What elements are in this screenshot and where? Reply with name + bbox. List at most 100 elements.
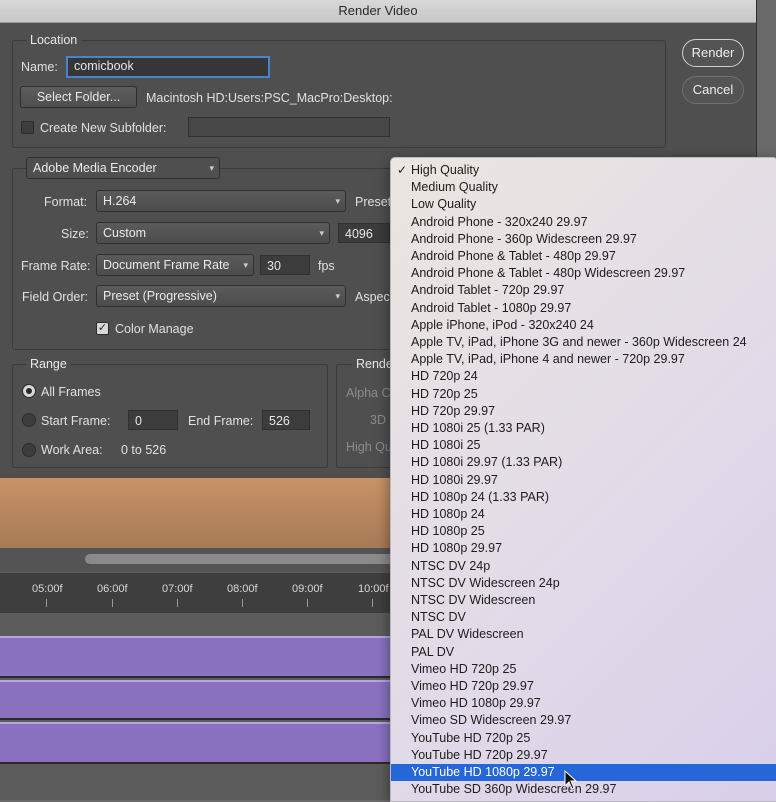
work-area-radio[interactable] <box>22 443 36 457</box>
chevron-down-icon: ▾ <box>243 260 248 270</box>
subfolder-input[interactable] <box>188 117 390 137</box>
chevron-down-icon: ▾ <box>335 196 340 206</box>
preset-menu-item-label: Medium Quality <box>411 180 498 195</box>
fps-label: fps <box>318 259 335 273</box>
preset-menu-item-label: HD 720p 29.97 <box>411 403 496 418</box>
field-order-label: Field Order: <box>22 290 88 304</box>
preset-menu-item[interactable]: HD 720p 25 <box>391 386 776 403</box>
preset-menu-item[interactable]: PAL DV Widescreen <box>391 626 776 643</box>
preset-menu-item[interactable]: YouTube HD 720p 25 <box>391 730 776 747</box>
preset-menu-item[interactable]: ✓ High Quality <box>391 162 776 179</box>
frame-rate-label: Frame Rate: <box>21 259 91 273</box>
preset-menu-item[interactable]: YouTube HD 1080p 29.97 <box>391 764 776 781</box>
preset-menu-item[interactable]: Apple TV, iPad, iPhone 4 and newer - 720… <box>391 351 776 368</box>
preset-menu-item-label: YouTube HD 1080p 29.97 <box>411 765 555 779</box>
preset-menu-item-label: Vimeo SD Widescreen 29.97 <box>411 713 572 728</box>
preset-menu-item[interactable]: PAL DV <box>391 644 776 661</box>
ruler-tick <box>307 599 308 607</box>
field-order-select[interactable]: Preset (Progressive) ▾ <box>96 285 346 307</box>
size-label: Size: <box>61 227 89 241</box>
mouse-pointer-icon <box>564 770 578 790</box>
ruler-tick-label: 05:00f <box>32 583 63 595</box>
preset-menu-item[interactable]: Vimeo HD 720p 25 <box>391 661 776 678</box>
preset-menu-item[interactable]: Android Phone - 320x240 29.97 <box>391 214 776 231</box>
preset-menu-item[interactable]: Low Quality <box>391 196 776 213</box>
chevron-down-icon: ▾ <box>209 163 214 173</box>
preset-menu-item-label: HD 1080i 25 <box>411 438 481 453</box>
preset-menu-item[interactable]: HD 1080i 29.97 <box>391 472 776 489</box>
preset-menu-item[interactable]: Android Phone & Tablet - 480p Widescreen… <box>391 265 776 282</box>
ruler-tick-label: 07:00f <box>162 583 193 595</box>
preset-menu-item[interactable]: NTSC DV Widescreen <box>391 592 776 609</box>
preset-menu-item-label: HD 720p 24 <box>411 369 478 384</box>
size-width-input[interactable]: 4096 <box>338 223 390 243</box>
ruler-tick <box>177 599 178 607</box>
preset-menu-item[interactable]: HD 720p 24 <box>391 368 776 385</box>
preset-menu-item[interactable]: HD 720p 29.97 <box>391 403 776 420</box>
folder-path: Macintosh HD:Users:PSC_MacPro:Desktop: <box>146 91 393 105</box>
timeline-scrollbar[interactable] <box>85 554 395 564</box>
preset-menu-item[interactable]: HD 1080i 29.97 (1.33 PAR) <box>391 454 776 471</box>
color-manage-checkbox[interactable]: ✓ <box>96 322 109 335</box>
preset-menu-item[interactable]: Apple iPhone, iPod - 320x240 24 <box>391 317 776 334</box>
end-frame-input[interactable]: 526 <box>262 410 310 430</box>
preset-menu-item-label: HD 720p 25 <box>411 386 478 401</box>
preset-menu-item[interactable]: HD 1080p 24 (1.33 PAR) <box>391 489 776 506</box>
high-quality-label: High Qu <box>346 440 392 454</box>
work-area-value: 0 to 526 <box>121 443 167 457</box>
preset-menu-item[interactable]: NTSC DV Widescreen 24p <box>391 575 776 592</box>
preset-menu-item[interactable]: HD 1080p 24 <box>391 506 776 523</box>
preset-menu-item[interactable]: Vimeo SD Widescreen 29.97 <box>391 712 776 729</box>
format-select[interactable]: H.264 ▾ <box>96 190 346 212</box>
color-manage-label: Color Manage <box>115 322 194 336</box>
fps-input[interactable]: 30 <box>260 255 310 275</box>
preset-menu-item-label: Android Phone - 320x240 29.97 <box>411 214 588 229</box>
ruler-tick-label: 08:00f <box>227 583 258 595</box>
preset-menu-item-label: YouTube HD 720p 29.97 <box>411 747 548 762</box>
ruler-tick <box>242 599 243 607</box>
name-input[interactable]: comicbook <box>66 56 270 78</box>
start-frame-radio[interactable] <box>22 413 36 427</box>
preset-menu-item[interactable]: Medium Quality <box>391 179 776 196</box>
preset-menu-item-label: Android Tablet - 720p 29.97 <box>411 283 565 298</box>
preset-menu-item[interactable]: HD 1080i 25 <box>391 437 776 454</box>
render-button[interactable]: Render <box>682 39 744 67</box>
preset-menu-item[interactable]: NTSC DV <box>391 609 776 626</box>
format-label: Format: <box>44 195 88 209</box>
preset-menu-item[interactable]: NTSC DV 24p <box>391 558 776 575</box>
preset-menu-item[interactable]: YouTube HD 720p 29.97 <box>391 747 776 764</box>
preset-menu-item[interactable]: Vimeo HD 1080p 29.97 <box>391 695 776 712</box>
preset-menu-item[interactable]: HD 1080p 25 <box>391 523 776 540</box>
preset-menu-item[interactable]: Android Tablet - 720p 29.97 <box>391 282 776 299</box>
preset-menu-item-label: HD 1080i 29.97 (1.33 PAR) <box>411 455 563 470</box>
preset-menu-item-label: Apple TV, iPad, iPhone 3G and newer - 36… <box>411 335 747 349</box>
encoder-select[interactable]: Adobe Media Encoder ▾ <box>26 157 220 179</box>
cancel-button[interactable]: Cancel <box>682 76 744 104</box>
preset-menu-item[interactable]: Android Phone - 360p Widescreen 29.97 <box>391 231 776 248</box>
preset-menu-item[interactable]: Apple TV, iPad, iPhone 3G and newer - 36… <box>391 334 776 351</box>
start-frame-input[interactable]: 0 <box>128 410 178 430</box>
preset-menu-item-label: Android Phone & Tablet - 480p 29.97 <box>411 249 616 263</box>
size-select[interactable]: Custom ▾ <box>96 222 330 244</box>
preset-menu-item[interactable]: YouTube SD 360p Widescreen 29.97 <box>391 781 776 798</box>
work-area-label: Work Area: <box>41 443 103 457</box>
all-frames-radio[interactable] <box>22 384 36 398</box>
range-group-label: Range <box>26 357 71 371</box>
preset-menu-item[interactable]: Android Tablet - 1080p 29.97 <box>391 300 776 317</box>
preset-menu-item-label: Vimeo HD 720p 29.97 <box>411 679 534 693</box>
create-subfolder-checkbox[interactable] <box>21 121 34 134</box>
preset-menu-item-label: NTSC DV Widescreen 24p <box>411 575 560 590</box>
frame-rate-select-value: Document Frame Rate <box>103 258 230 272</box>
name-label: Name: <box>21 60 58 74</box>
preset-menu-item-label: PAL DV Widescreen <box>411 627 524 642</box>
window-title: Render Video <box>0 0 756 23</box>
preset-menu-item[interactable]: Vimeo HD 720p 29.97 <box>391 678 776 695</box>
preset-menu-item[interactable]: HD 1080i 25 (1.33 PAR) <box>391 420 776 437</box>
preset-menu-item[interactable]: HD 1080p 29.97 <box>391 540 776 557</box>
ruler-tick <box>372 599 373 607</box>
preset-menu-item[interactable]: Android Phone & Tablet - 480p 29.97 <box>391 248 776 265</box>
select-folder-button[interactable]: Select Folder... <box>20 86 137 108</box>
chevron-down-icon: ▾ <box>319 228 324 238</box>
frame-rate-select[interactable]: Document Frame Rate ▾ <box>96 254 254 276</box>
preset-menu-item-label: NTSC DV Widescreen <box>411 593 536 607</box>
